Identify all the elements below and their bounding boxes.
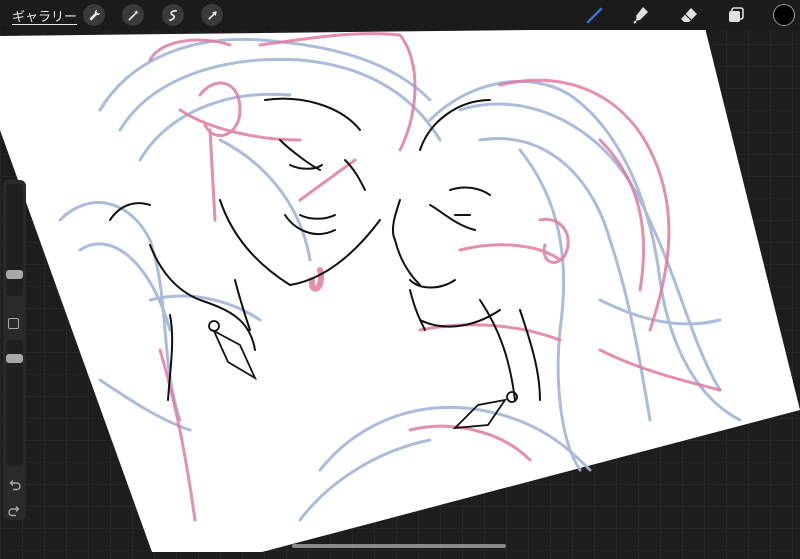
top-toolbar: ギャラリー [0, 0, 800, 30]
redo-icon [8, 506, 20, 517]
transform-arrow-icon [207, 10, 217, 20]
home-indicator[interactable] [292, 544, 506, 548]
selection-button[interactable] [162, 4, 184, 26]
left-sidebar [3, 180, 26, 520]
smudge-icon [633, 7, 648, 24]
magic-wand-icon [127, 9, 139, 21]
brush-size-slider[interactable] [6, 184, 23, 296]
adjustments-button[interactable] [122, 4, 144, 26]
modify-button[interactable] [8, 318, 19, 329]
wrench-icon [88, 9, 100, 21]
paper-sheet [0, 28, 800, 552]
layers-icon [729, 7, 744, 22]
transform-button[interactable] [201, 4, 223, 26]
undo-button[interactable] [7, 478, 22, 493]
undo-icon [9, 480, 21, 491]
redo-button[interactable] [7, 504, 22, 519]
color-picker-button[interactable] [773, 4, 795, 26]
artwork-svg [0, 28, 800, 552]
gallery-button[interactable]: ギャラリー [12, 6, 77, 25]
smudge-tool-button[interactable] [631, 4, 653, 26]
eraser-tool-button[interactable] [678, 4, 700, 26]
brush-icon [586, 7, 603, 24]
eraser-icon [681, 8, 697, 22]
opacity-slider[interactable] [6, 340, 23, 466]
brush-tool-button[interactable] [584, 4, 606, 26]
opacity-thumb[interactable] [6, 354, 23, 363]
layers-button[interactable] [725, 4, 747, 26]
brush-size-thumb[interactable] [6, 270, 23, 279]
drawing-canvas[interactable] [0, 0, 800, 555]
selection-icon [168, 9, 177, 21]
actions-button[interactable] [83, 4, 105, 26]
